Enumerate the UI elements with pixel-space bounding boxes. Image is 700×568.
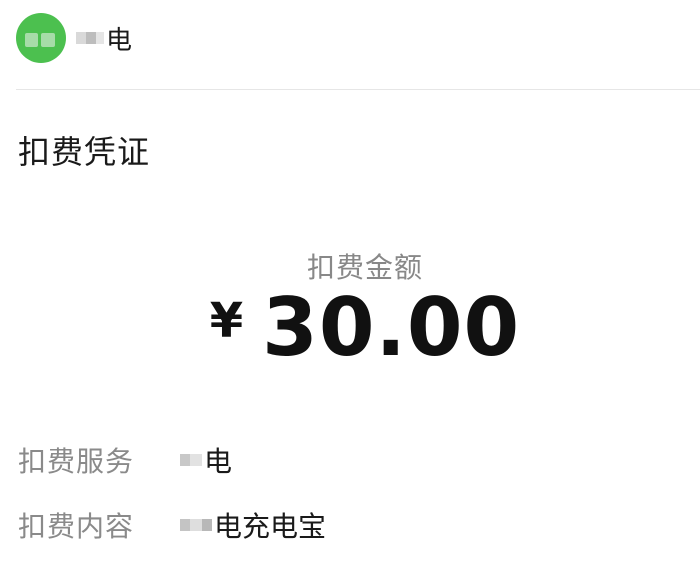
amount-label: 扣费金额 — [306, 251, 423, 284]
redacted-mosaic — [76, 32, 104, 44]
amount-display: ¥30.00 — [0, 288, 700, 368]
currency-symbol: ¥ — [209, 293, 245, 349]
amount-value: 30.00 — [262, 281, 521, 374]
detail-label: 扣费内容 — [18, 510, 135, 543]
redacted-mosaic — [180, 454, 202, 466]
avatar-blur — [25, 33, 38, 47]
header-divider — [16, 89, 700, 90]
avatar-blur — [41, 33, 55, 47]
page-title: 扣费凭证 — [18, 133, 151, 171]
detail-value-text: 电 — [204, 445, 233, 478]
detail-row-service: 扣费服务 电 — [18, 440, 232, 480]
merchant-header[interactable]: 电 — [16, 12, 132, 64]
redacted-mosaic — [180, 519, 212, 531]
merchant-avatar[interactable] — [16, 13, 66, 63]
detail-label: 扣费服务 — [18, 445, 135, 478]
merchant-name: 电 — [76, 20, 132, 57]
detail-value: 电充电宝 — [180, 505, 326, 545]
detail-value-text: 电充电宝 — [214, 510, 327, 543]
detail-row-content: 扣费内容 电充电宝 — [18, 505, 326, 545]
detail-value: 电 — [180, 440, 232, 480]
merchant-name-text: 电 — [106, 25, 133, 56]
